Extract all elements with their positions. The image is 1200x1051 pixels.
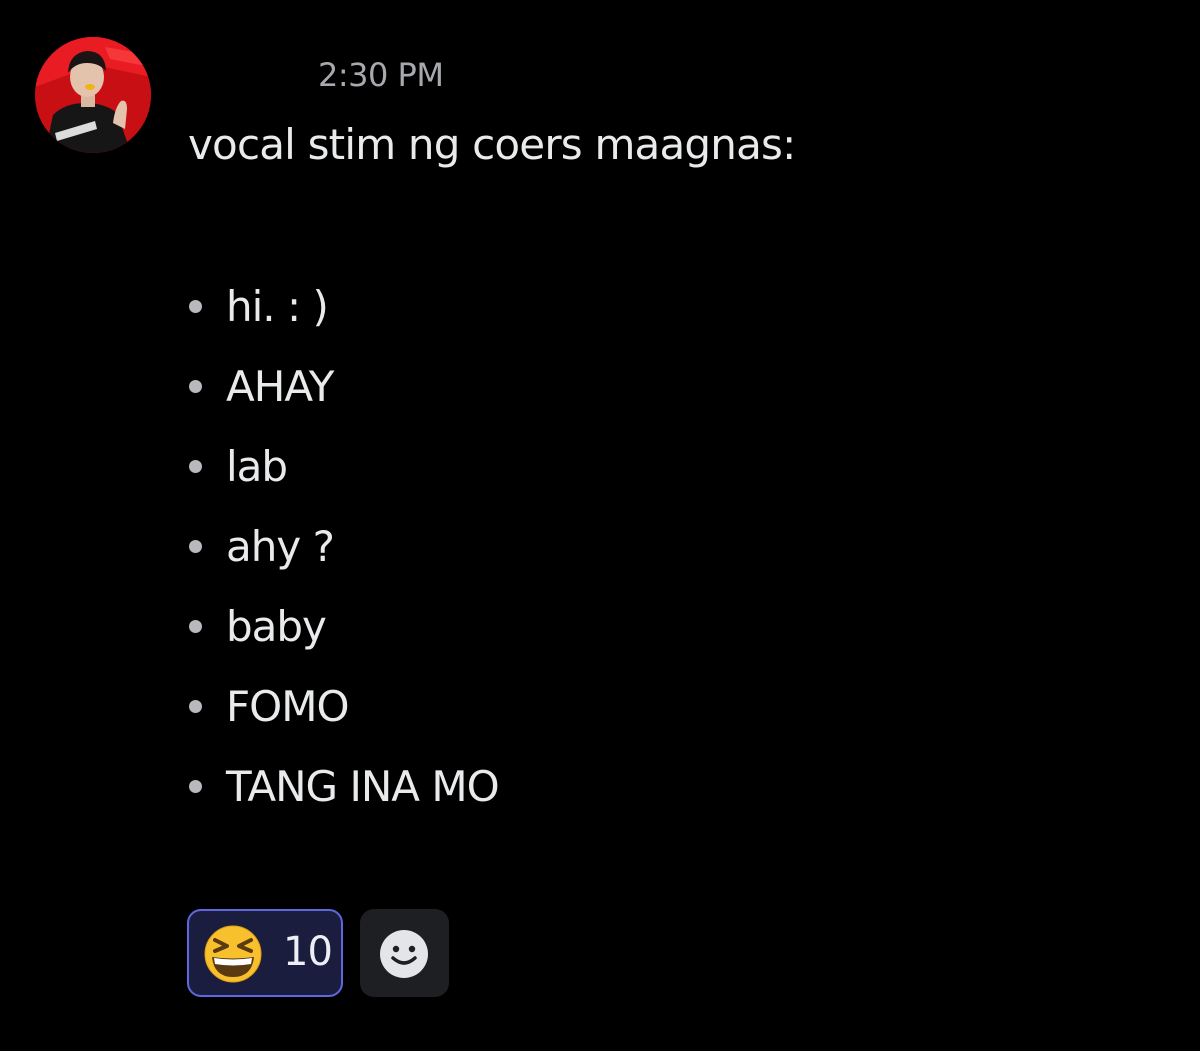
bullet-icon (189, 300, 202, 313)
list-item: TANG INA MO (186, 756, 500, 836)
reaction-button[interactable]: 10 (187, 909, 343, 997)
bullet-icon (189, 700, 202, 713)
list-item-text: hi. : ) (226, 282, 329, 331)
list-item-text: TANG INA MO (226, 762, 500, 811)
list-item: ahy ? (186, 516, 499, 596)
list-item-text: AHAY (226, 362, 334, 411)
list-item-text: FOMO (226, 682, 350, 731)
chat-message: 2:30 PM vocal stim ng coers maagnas: hi.… (0, 0, 1200, 1051)
bullet-icon (189, 620, 202, 633)
list-item-text: baby (226, 602, 327, 651)
smiley-icon (380, 930, 428, 978)
bullet-icon (189, 460, 202, 473)
bullet-icon (189, 380, 202, 393)
list-item: AHAY (186, 356, 499, 436)
message-bullet-list: hi. : ) AHAY lab ahy ? baby FOMO TANG IN… (186, 276, 500, 836)
avatar-photo-icon (35, 37, 151, 153)
list-item-text: lab (226, 442, 288, 491)
list-item: FOMO (186, 676, 499, 756)
message-text: vocal stim ng coers maagnas: (188, 120, 796, 169)
list-item: lab (186, 436, 499, 516)
bullet-icon (189, 780, 202, 793)
reaction-count: 10 (283, 929, 333, 975)
message-timestamp: 2:30 PM (318, 56, 444, 94)
add-reaction-button[interactable] (360, 909, 449, 997)
grinning-squinting-face-icon (204, 925, 262, 983)
list-item: hi. : ) (186, 276, 499, 356)
user-avatar[interactable] (35, 37, 151, 153)
bullet-icon (189, 540, 202, 553)
list-item-text: ahy ? (226, 522, 335, 571)
list-item: baby (186, 596, 499, 676)
